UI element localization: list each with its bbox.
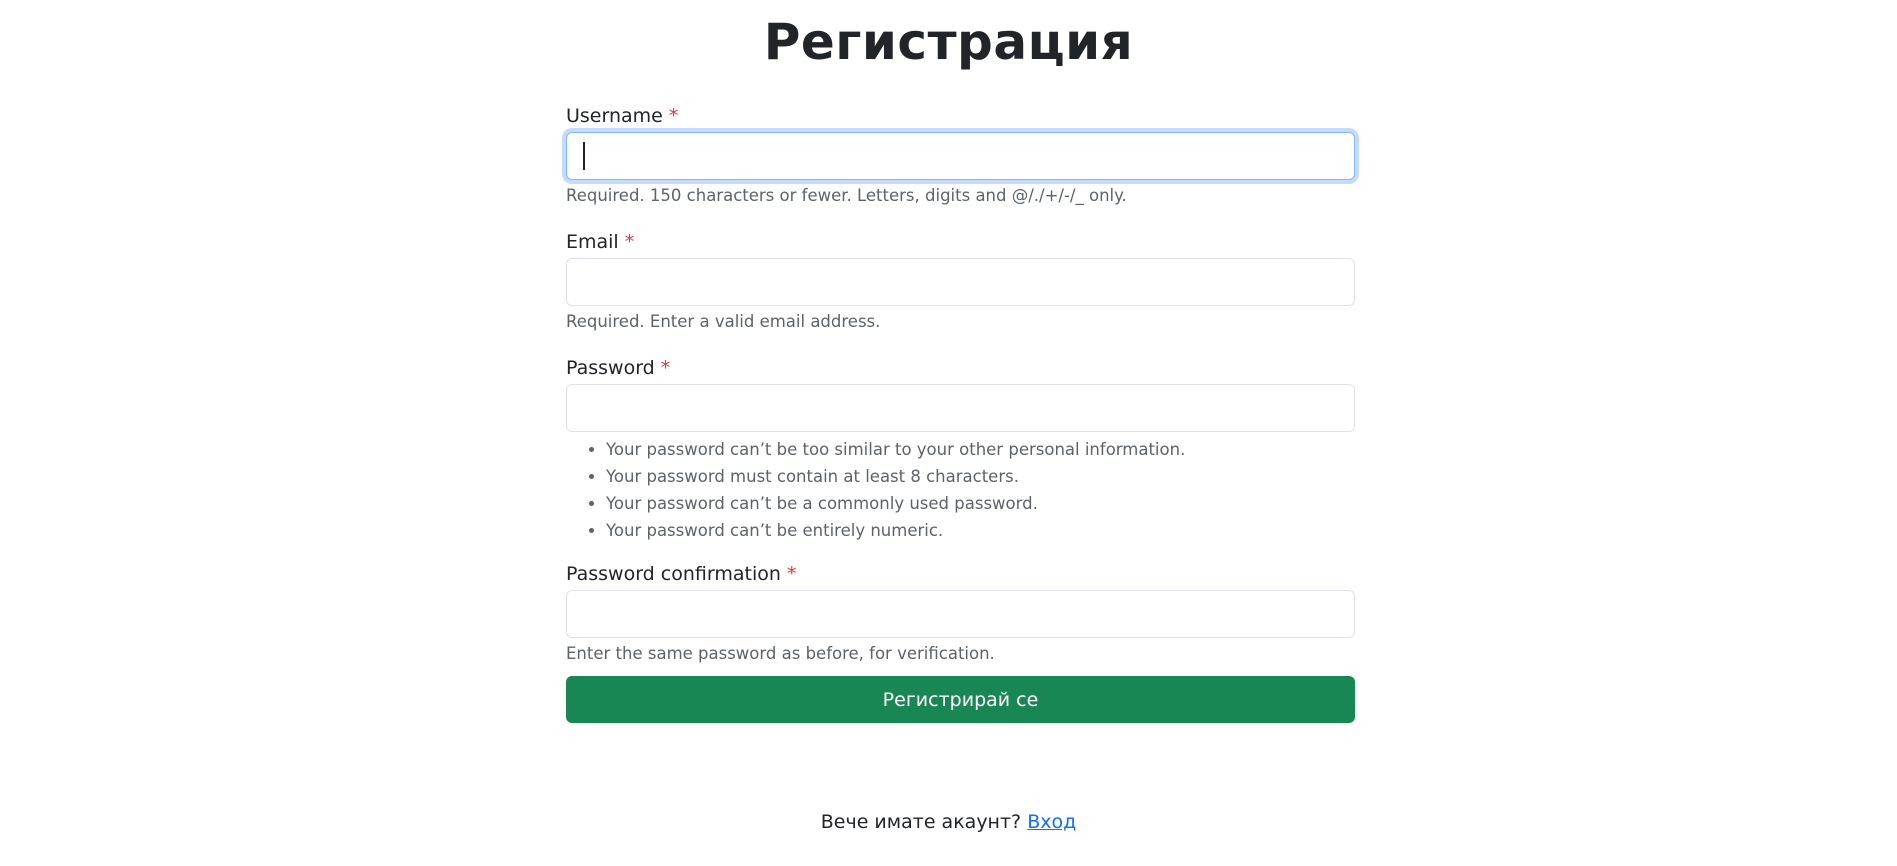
page-title: Регистрация	[763, 13, 1134, 71]
login-prompt: Вече имате акаунт? Вход	[0, 808, 1897, 836]
email-label: Email *	[566, 226, 1355, 258]
registration-form: Username * Required. 150 characters or f…	[566, 100, 1355, 723]
username-input[interactable]	[566, 132, 1355, 180]
username-label: Username *	[566, 100, 1355, 132]
password-label-text: Password	[566, 357, 655, 379]
password-confirmation-required-mark: *	[786, 563, 797, 585]
register-button[interactable]: Регистрирай се	[566, 676, 1355, 723]
email-input[interactable]	[566, 258, 1355, 306]
email-required-mark: *	[624, 231, 635, 253]
text-cursor	[583, 142, 585, 170]
password-confirmation-label: Password confirmation *	[566, 558, 1355, 590]
login-link[interactable]: Вход	[1027, 811, 1076, 833]
password-label: Password *	[566, 352, 1355, 384]
password-field-group: Password * Your password can’t be too si…	[566, 352, 1355, 544]
email-help-text: Required. Enter a valid email address.	[566, 312, 881, 331]
password-help-item: Your password can’t be a commonly used p…	[606, 490, 1355, 517]
password-input[interactable]	[566, 384, 1355, 432]
password-help-list: Your password can’t be too similar to yo…	[566, 436, 1355, 544]
password-confirmation-help-text: Enter the same password as before, for v…	[566, 644, 995, 663]
password-help-item: Your password can’t be too similar to yo…	[606, 436, 1355, 463]
password-confirmation-input[interactable]	[566, 590, 1355, 638]
email-label-text: Email	[566, 231, 619, 253]
password-confirmation-label-text: Password confirmation	[566, 563, 781, 585]
email-field-group: Email * Required. Enter a valid email ad…	[566, 226, 1355, 338]
username-help-text: Required. 150 characters or fewer. Lette…	[566, 186, 1127, 205]
username-input-wrapper	[566, 132, 1355, 180]
password-required-mark: *	[660, 357, 671, 379]
username-required-mark: *	[668, 105, 679, 127]
username-label-text: Username	[566, 105, 663, 127]
login-prompt-text: Вече имате акаунт?	[820, 811, 1022, 833]
username-field-group: Username * Required. 150 characters or f…	[566, 100, 1355, 212]
password-confirmation-field-group: Password confirmation * Enter the same p…	[566, 558, 1355, 670]
password-help-item: Your password must contain at least 8 ch…	[606, 463, 1355, 490]
password-help-item: Your password can’t be entirely numeric.	[606, 517, 1355, 544]
